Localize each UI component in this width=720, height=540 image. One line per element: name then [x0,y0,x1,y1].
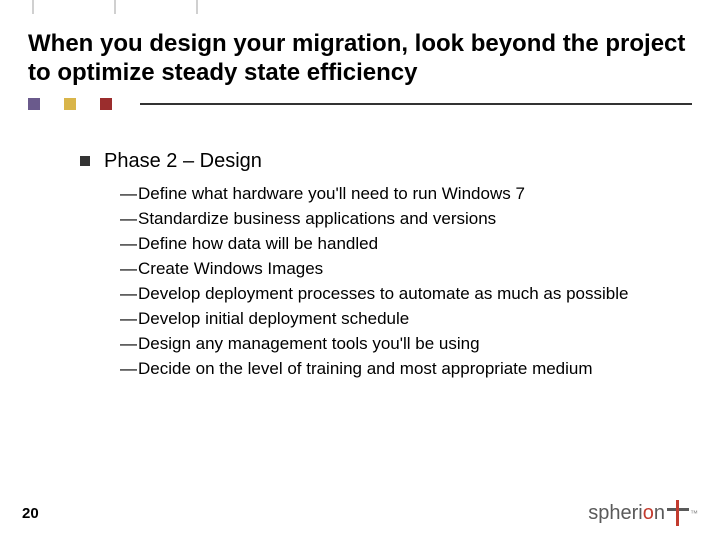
dash-bullet-icon: — [120,258,134,281]
list-item: — Create Windows Images [120,258,680,281]
slide-title: When you design your migration, look bey… [28,30,692,88]
list-item: — Develop initial deployment schedule [120,308,680,331]
logo-prefix: spheri [588,502,642,524]
dash-bullet-icon: — [120,358,134,381]
dash-bullet-icon: — [120,233,134,256]
list-item-text: Define how data will be handled [138,233,378,256]
list-item-text: Define what hardware you'll need to run … [138,183,525,206]
tick-mark [114,0,116,14]
dash-bullet-icon: — [120,308,134,331]
list-item: — Define what hardware you'll need to ru… [120,183,680,206]
dash-bullet-icon: — [120,208,134,231]
dash-bullet-icon: — [120,283,134,306]
phase-heading: Phase 2 – Design [104,150,262,173]
tick-mark [196,0,198,14]
list-item: — Design any management tools you'll be … [120,333,680,356]
spherion-logo: spherion ™ [588,500,698,526]
logo-accent-letter: o [643,502,654,524]
list-item: — Standardize business applications and … [120,208,680,231]
horizontal-rule [140,103,692,105]
list-item-text: Develop deployment processes to automate… [138,283,628,306]
list-item: — Develop deployment processes to automa… [120,283,680,306]
page-number: 20 [22,505,39,522]
bullet-list: — Define what hardware you'll need to ru… [120,183,680,381]
slide: When you design your migration, look bey… [0,0,720,540]
list-item: — Define how data will be handled [120,233,680,256]
tick-mark [32,0,34,14]
accent-square-red [100,98,112,110]
list-item-text: Standardize business applications and ve… [138,208,496,231]
list-item-text: Design any management tools you'll be us… [138,333,480,356]
list-item: — Decide on the level of training and mo… [120,358,680,381]
square-bullet-icon [80,156,90,166]
dash-bullet-icon: — [120,183,134,206]
dash-bullet-icon: — [120,333,134,356]
top-tick-marks [0,0,720,18]
accent-square-gold [64,98,76,110]
list-item-text: Develop initial deployment schedule [138,308,409,331]
accent-square-purple [28,98,40,110]
logo-mark-icon [667,500,689,526]
list-item-text: Decide on the level of training and most… [138,358,593,381]
trademark-symbol: ™ [690,509,698,518]
content-area: Phase 2 – Design — Define what hardware … [80,150,680,383]
logo-text: spherion [588,502,665,525]
accent-divider [28,98,692,110]
list-item-text: Create Windows Images [138,258,323,281]
phase-heading-row: Phase 2 – Design [80,150,680,173]
logo-suffix: n [654,502,665,524]
